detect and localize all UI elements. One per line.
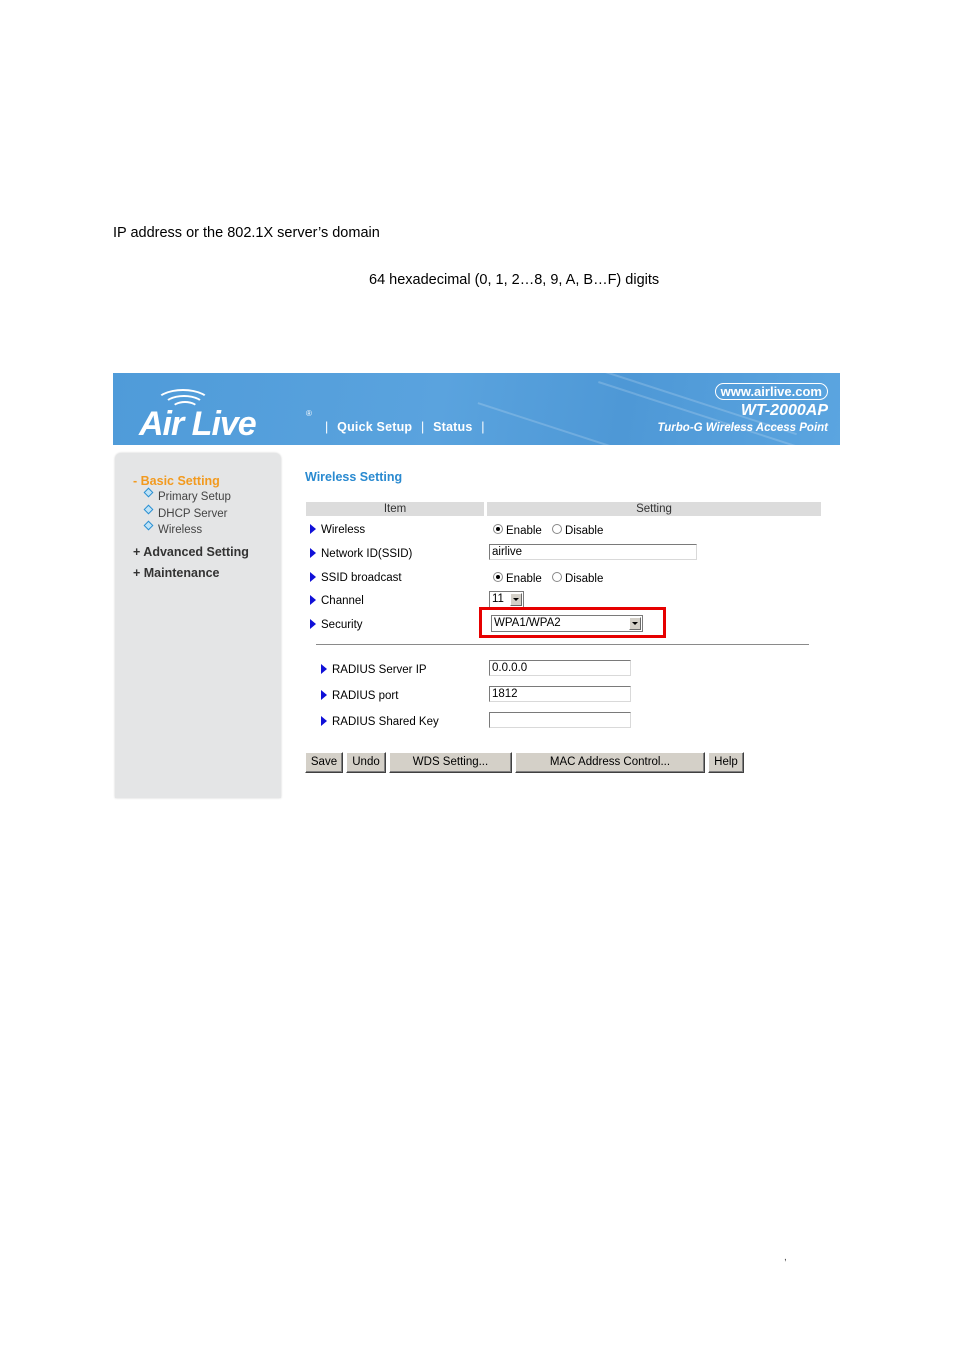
label-text: Channel — [321, 595, 364, 607]
nav-quick-setup[interactable]: Quick Setup — [337, 420, 412, 434]
sidebar-item-advanced-setting[interactable]: + Advanced Setting — [133, 545, 249, 559]
wireless-enable-option[interactable]: Enable — [493, 524, 542, 537]
page-title: Wireless Setting — [305, 470, 403, 484]
triangle-bullet-icon — [310, 572, 316, 582]
label-ssid: Network ID(SSID) — [310, 548, 412, 560]
radio-label: Enable — [506, 525, 542, 537]
nav-separator: | — [481, 420, 485, 434]
sidebar-subitem-wireless[interactable]: Wireless — [143, 520, 203, 536]
label-text: SSID broadcast — [321, 572, 402, 584]
diamond-bullet-icon — [143, 504, 154, 515]
triangle-bullet-icon — [310, 619, 316, 629]
doc-line-hex-digits: 64 hexadecimal (0, 1, 2…8, 9, A, B…F) di… — [369, 272, 660, 288]
column-header-setting: Setting — [487, 502, 821, 516]
label-radius-server-ip: RADIUS Server IP — [321, 664, 427, 676]
mac-address-control-button[interactable]: MAC Address Control... — [515, 752, 705, 773]
red-highlight-box — [479, 607, 666, 638]
label-text: Security — [321, 619, 363, 631]
channel-value: 11 — [492, 593, 504, 605]
label-text: Wireless — [321, 524, 366, 536]
registered-mark: ® — [306, 409, 312, 418]
radio-unchecked-icon[interactable] — [552, 572, 563, 582]
sidebar-subitem-label: Primary Setup — [158, 491, 231, 503]
triangle-bullet-icon — [321, 690, 327, 700]
router-config-screenshot: Air Live ® | Quick Setup | Status | www.… — [113, 373, 840, 798]
label-radius-shared-key: RADIUS Shared Key — [321, 716, 439, 728]
ssid-broadcast-disable-option[interactable]: Disable — [552, 572, 604, 585]
label-ssid-broadcast: SSID broadcast — [310, 572, 402, 584]
label-wireless: Wireless — [310, 524, 365, 536]
top-nav: | Quick Setup | Status | — [320, 420, 490, 434]
triangle-bullet-icon — [321, 716, 327, 726]
section-divider — [316, 644, 809, 645]
triangle-bullet-icon — [321, 664, 327, 674]
label-text: RADIUS port — [332, 690, 399, 702]
column-header-item: Item — [306, 502, 484, 516]
airlive-logo: Air Live ® — [135, 387, 312, 443]
nav-separator: | — [420, 420, 425, 434]
nav-separator: | — [325, 420, 329, 434]
label-channel: Channel — [310, 595, 364, 607]
sidebar-subitem-label: DHCP Server — [158, 508, 228, 520]
radio-label: Enable — [506, 573, 542, 585]
header-banner: Air Live ® | Quick Setup | Status | www.… — [113, 373, 840, 445]
radio-label: Disable — [565, 525, 604, 537]
dropdown-arrow-icon[interactable] — [510, 593, 522, 606]
label-security: Security — [310, 619, 363, 631]
sidebar: - Basic Setting Primary Setup DHCP Serve… — [115, 453, 281, 798]
ssid-input[interactable] — [489, 544, 697, 560]
sidebar-subitem-label: Wireless — [158, 524, 203, 536]
radius-port-input[interactable] — [489, 686, 631, 702]
nav-status[interactable]: Status — [433, 420, 472, 434]
channel-select[interactable]: 11 — [489, 591, 524, 608]
help-button[interactable]: Help — [708, 752, 744, 773]
sidebar-subitem-dhcp-server[interactable]: DHCP Server — [143, 504, 228, 520]
diamond-bullet-icon — [143, 520, 154, 531]
label-text: RADIUS Server IP — [332, 664, 427, 676]
model-name: WT-2000AP — [740, 402, 828, 419]
triangle-bullet-icon — [310, 548, 316, 558]
label-radius-port: RADIUS port — [321, 690, 398, 702]
website-url: www.airlive.com — [714, 383, 828, 400]
undo-button[interactable]: Undo — [346, 752, 386, 773]
product-tagline: Turbo-G Wireless Access Point — [657, 422, 828, 434]
wds-setting-button[interactable]: WDS Setting... — [389, 752, 512, 773]
radio-checked-icon[interactable] — [493, 572, 503, 582]
ssid-broadcast-radio-group: Enable Disable — [493, 572, 610, 585]
ssid-broadcast-enable-option[interactable]: Enable — [493, 572, 542, 585]
save-button[interactable]: Save — [305, 752, 343, 773]
sidebar-item-basic-setting[interactable]: - Basic Setting — [133, 474, 220, 488]
logo-text: Air Live — [139, 405, 257, 443]
radio-unchecked-icon[interactable] — [552, 524, 563, 534]
doc-line-radius-ip: IP address or the 802.1X server’s domain — [113, 225, 380, 241]
radio-label: Disable — [565, 573, 604, 585]
wireless-radio-group: Enable Disable — [493, 524, 610, 537]
label-text: RADIUS Shared Key — [332, 716, 439, 728]
wireless-disable-option[interactable]: Disable — [552, 524, 604, 537]
stray-mark: , — [784, 1252, 787, 1263]
triangle-bullet-icon — [310, 524, 316, 534]
triangle-bullet-icon — [310, 595, 316, 605]
radio-checked-icon[interactable] — [493, 524, 503, 534]
radius-shared-key-input[interactable] — [489, 712, 631, 728]
sidebar-item-maintenance[interactable]: + Maintenance — [133, 566, 220, 580]
radius-server-ip-input[interactable] — [489, 660, 631, 676]
diamond-bullet-icon — [143, 487, 154, 498]
sidebar-subitem-primary-setup[interactable]: Primary Setup — [143, 487, 231, 503]
label-text: Network ID(SSID) — [321, 548, 413, 560]
